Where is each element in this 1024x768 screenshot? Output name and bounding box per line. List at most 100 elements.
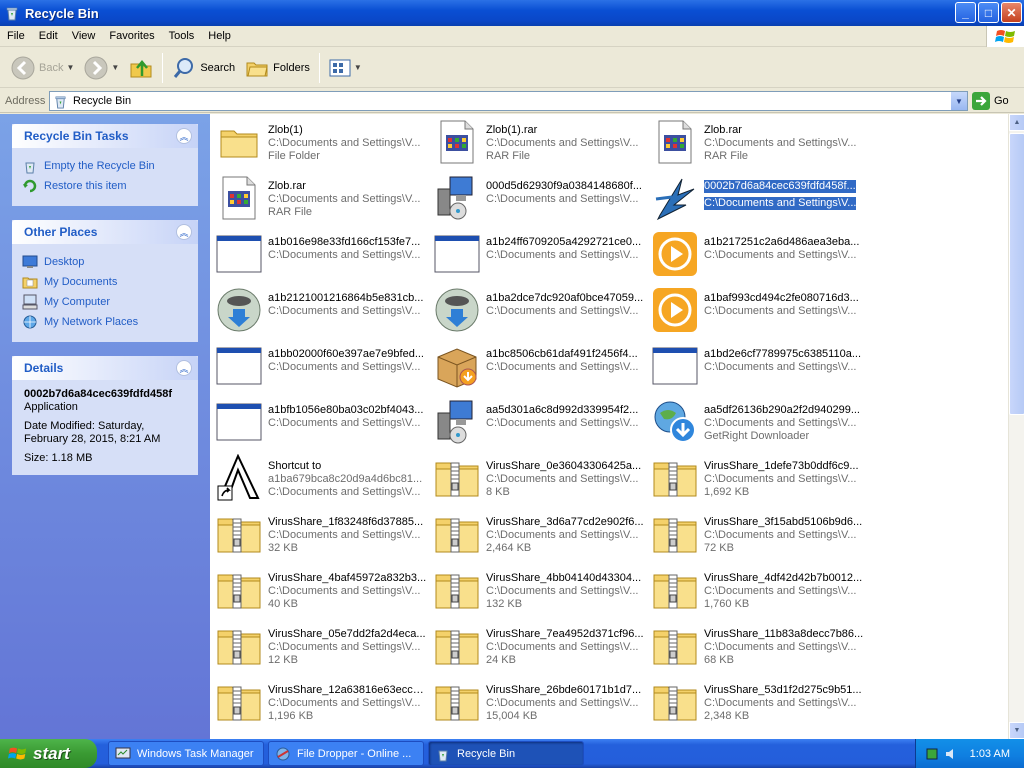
file-item[interactable]: Zlob.rar C:\Documents and Settings\V... RA… <box>651 118 866 170</box>
zip-folder-icon <box>651 566 699 614</box>
file-path: C:\Documents and Settings\V... <box>268 417 421 429</box>
views-dropdown-icon[interactable]: ▼ <box>354 63 362 72</box>
taskbar-recycle-bin[interactable]: Recycle Bin <box>428 741 584 766</box>
file-item[interactable]: 000d5d62930f9a0384148680f... C:\Documents… <box>433 174 648 226</box>
menu-file[interactable]: File <box>0 30 32 42</box>
forward-button[interactable]: ▼ <box>79 51 124 85</box>
folders-button[interactable]: Folders <box>240 51 315 85</box>
task-pane: Recycle Bin Tasks ︽ Empty the Recycle Bi… <box>0 114 210 739</box>
network-status-icon[interactable] <box>926 748 938 760</box>
file-item[interactable]: Zlob(1) C:\Documents and Settings\V... Fil… <box>215 118 430 170</box>
file-item[interactable]: a1bc8506cb61daf491f2456f4... C:\Documents… <box>433 342 648 394</box>
file-name: VirusShare_4df42d42b7b0012... <box>704 572 863 584</box>
empty-recycle-bin-link[interactable]: Empty the Recycle Bin <box>22 156 188 176</box>
file-item[interactable]: a1bfb1056e80ba03c02bf4043... C:\Documents… <box>215 398 430 450</box>
forward-dropdown-icon[interactable]: ▼ <box>111 63 119 72</box>
file-name: Zlob.rar <box>704 124 742 136</box>
file-item[interactable]: aa5d301a6c8d992d339954f2... C:\Documents … <box>433 398 648 450</box>
views-button[interactable]: ▼ <box>324 51 367 85</box>
my-network-places-link[interactable]: My Network Places <box>22 312 188 332</box>
speaker-icon[interactable] <box>944 747 958 761</box>
zip-folder-icon <box>433 566 481 614</box>
file-item[interactable]: VirusShare_53d1f2d275c9b51... C:\Document… <box>651 678 866 730</box>
file-item[interactable]: VirusShare_11b83a8decc7b86... C:\Document… <box>651 622 866 674</box>
nsis-installer-icon <box>215 286 263 334</box>
file-path: C:\Documents and Settings\V... <box>268 697 421 709</box>
file-name: VirusShare_3f15abd5106b9d6... <box>704 516 863 528</box>
file-item[interactable]: VirusShare_05e7dd2fa2d4eca... C:\Document… <box>215 622 430 674</box>
menu-help[interactable]: Help <box>201 30 238 42</box>
file-item[interactable]: VirusShare_4bb04140d43304... C:\Documents… <box>433 566 648 618</box>
back-arrow-icon <box>11 56 35 79</box>
rar-file-icon <box>433 118 481 166</box>
file-item[interactable]: Zlob.rar C:\Documents and Settings\V... RA… <box>215 174 430 226</box>
up-folder-button[interactable] <box>124 51 158 85</box>
file-item[interactable]: VirusShare_12a63816e63ecc1... C:\Document… <box>215 678 430 730</box>
file-item[interactable]: VirusShare_3f15abd5106b9d6... C:\Document… <box>651 510 866 562</box>
search-label: Search <box>200 61 236 74</box>
start-button[interactable]: start <box>0 739 97 768</box>
file-item[interactable]: a1bb02000f60e397ae7e9bfed... C:\Documents… <box>215 342 430 394</box>
vertical-scrollbar[interactable]: ▲ ▼ <box>1008 114 1024 739</box>
file-info: GetRight Downloader <box>704 430 810 442</box>
menu-edit[interactable]: Edit <box>32 30 65 42</box>
restore-item-link[interactable]: Restore this item <box>22 176 188 196</box>
file-item[interactable]: a1baf993cd494c2fe080716d3... C:\Documents… <box>651 286 866 338</box>
minimize-button[interactable]: _ <box>955 2 976 23</box>
file-item[interactable]: a1bd2e6cf7789975c6385110a... C:\Documents… <box>651 342 866 394</box>
go-button[interactable]: Go <box>972 92 1009 110</box>
collapse-chevron-icon[interactable]: ︽ <box>176 128 192 144</box>
back-dropdown-icon[interactable]: ▼ <box>66 63 74 72</box>
close-button[interactable]: ✕ <box>1001 2 1022 23</box>
file-item[interactable]: Shortcut to a1ba679bca8c20d9a4d6bc81... C:… <box>215 454 430 506</box>
desktop-link[interactable]: Desktop <box>22 252 188 272</box>
maximize-button[interactable]: □ <box>978 2 999 23</box>
file-item[interactable]: VirusShare_3d6a77cd2e902f6... C:\Document… <box>433 510 648 562</box>
menu-view[interactable]: View <box>65 30 103 42</box>
back-button[interactable]: Back ▼ <box>6 51 79 85</box>
file-item[interactable]: a1ba2dce7dc920af0bce47059... C:\Documents… <box>433 286 648 338</box>
system-tray: 1:03 AM <box>915 739 1024 768</box>
file-item[interactable]: a1b016e98e33fd166cf153fe7... C:\Documents… <box>215 230 430 282</box>
address-input[interactable]: Recycle Bin ▼ <box>49 91 968 111</box>
file-path: C:\Documents and Settings\V... <box>486 473 639 485</box>
file-item[interactable]: 0002b7d6a84cec639fdfd458f... C:\Documents… <box>651 174 866 226</box>
file-item[interactable]: Zlob(1).rar C:\Documents and Settings\V..… <box>433 118 648 170</box>
my-computer-link[interactable]: My Computer <box>22 292 188 312</box>
zip-folder-icon <box>651 678 699 726</box>
file-list[interactable]: Zlob(1) C:\Documents and Settings\V... Fil… <box>210 114 1008 739</box>
file-item[interactable]: a1b2121001216864b5e831cb... C:\Documents … <box>215 286 430 338</box>
collapse-chevron-icon[interactable]: ︽ <box>176 224 192 240</box>
file-item[interactable]: VirusShare_4baf45972a832b3... C:\Document… <box>215 566 430 618</box>
task-label: Restore this item <box>44 180 127 192</box>
file-item[interactable]: VirusShare_7ea4952d371cf96... C:\Document… <box>433 622 648 674</box>
file-item[interactable]: aa5df26136b290a2f2d940299... C:\Documents… <box>651 398 866 450</box>
details-header[interactable]: Details ︽ <box>12 356 198 380</box>
taskbar-file-dropper[interactable]: File Dropper - Online ... <box>268 741 424 766</box>
file-info: 1,760 KB <box>704 598 750 610</box>
recycle-bin-tasks-header[interactable]: Recycle Bin Tasks ︽ <box>12 124 198 148</box>
scroll-down-icon[interactable]: ▼ <box>1009 722 1024 739</box>
file-item[interactable]: VirusShare_26bde60171b1d7... C:\Documents… <box>433 678 648 730</box>
file-item[interactable]: a1b217251c2a6d486aea3eba... C:\Documents … <box>651 230 866 282</box>
menu-favorites[interactable]: Favorites <box>102 30 161 42</box>
rar-file-icon <box>651 118 699 166</box>
file-item[interactable]: VirusShare_0e36043306425a... C:\Documents… <box>433 454 648 506</box>
file-item[interactable]: VirusShare_4df42d42b7b0012... C:\Document… <box>651 566 866 618</box>
taskbar-task-manager[interactable]: Windows Task Manager <box>108 741 264 766</box>
collapse-chevron-icon[interactable]: ︽ <box>176 360 192 376</box>
media-player-icon <box>651 230 699 278</box>
file-item[interactable]: VirusShare_1defe73b0ddf6c9... C:\Document… <box>651 454 866 506</box>
file-path: C:\Documents and Settings\V... <box>704 137 857 149</box>
title-bar[interactable]: Recycle Bin _ □ ✕ <box>0 0 1024 26</box>
file-item[interactable]: VirusShare_1f83248f6d37885... C:\Document… <box>215 510 430 562</box>
search-button[interactable]: Search <box>167 51 240 85</box>
my-documents-link[interactable]: My Documents <box>22 272 188 292</box>
other-places-header[interactable]: Other Places ︽ <box>12 220 198 244</box>
scrollbar-thumb[interactable] <box>1009 133 1024 415</box>
address-dropdown-icon[interactable]: ▼ <box>950 92 967 110</box>
menu-tools[interactable]: Tools <box>162 30 202 42</box>
file-item[interactable]: a1b24ff6709205a4292721ce0... C:\Documents… <box>433 230 648 282</box>
scroll-up-icon[interactable]: ▲ <box>1009 114 1024 131</box>
file-path: C:\Documents and Settings\V... <box>704 697 857 709</box>
